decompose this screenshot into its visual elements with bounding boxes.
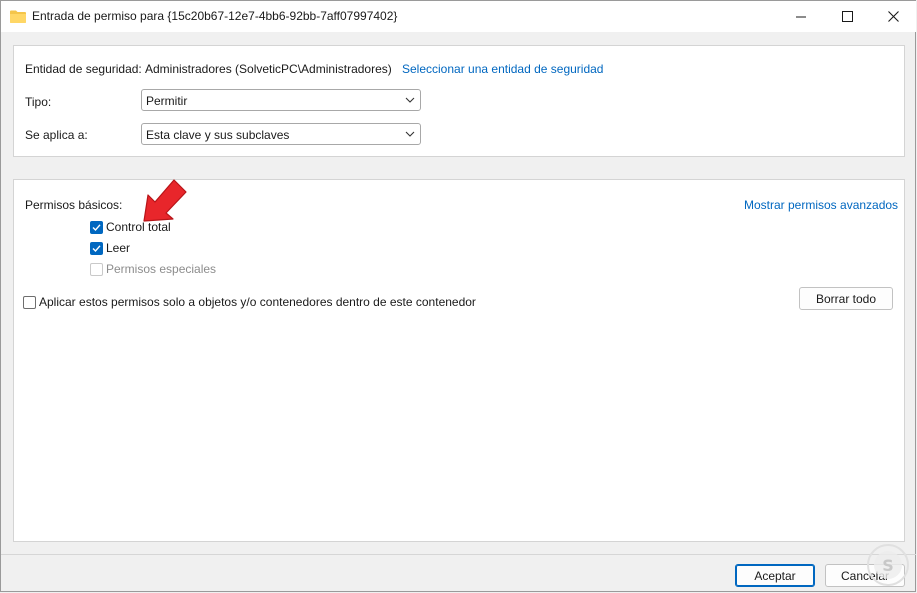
apply-only-label[interactable]: Aplicar estos permisos solo a objetos y/…: [39, 295, 476, 309]
chevron-down-icon: [405, 131, 415, 137]
principal-label: Entidad de seguridad:: [25, 62, 142, 76]
applies-to-select-value: Esta clave y sus subclaves: [146, 128, 290, 142]
read-label[interactable]: Leer: [106, 241, 130, 255]
show-advanced-permissions-link[interactable]: Mostrar permisos avanzados: [744, 198, 898, 212]
applies-to-label: Se aplica a:: [25, 128, 88, 142]
maximize-icon: [841, 11, 853, 22]
minimize-button[interactable]: [778, 1, 824, 32]
watermark-logo-icon: S: [867, 544, 909, 586]
type-select[interactable]: Permitir: [141, 89, 421, 111]
basic-permissions-heading: Permisos básicos:: [25, 198, 123, 212]
principal-value: Administradores (SolveticPC\Administrado…: [145, 62, 392, 76]
principal-panel: Entidad de seguridad: Administradores (S…: [13, 45, 905, 157]
maximize-button[interactable]: [824, 1, 870, 32]
title-bar[interactable]: Entrada de permiso para {15c20b67-12e7-4…: [1, 1, 916, 32]
annotation-arrow-icon: [143, 179, 187, 222]
permissions-panel: Permisos básicos: Mostrar permisos avanz…: [13, 179, 905, 542]
svg-text:S: S: [882, 556, 894, 575]
checkmark-icon: [92, 224, 101, 232]
close-button[interactable]: [870, 1, 916, 32]
clear-all-button[interactable]: Borrar todo: [799, 287, 893, 310]
full-control-checkbox[interactable]: [90, 221, 103, 234]
select-principal-link[interactable]: Seleccionar una entidad de seguridad: [402, 62, 603, 76]
apply-only-checkbox[interactable]: [23, 296, 36, 309]
permission-entry-dialog: Entrada de permiso para {15c20b67-12e7-4…: [0, 0, 916, 592]
chevron-down-icon: [405, 97, 415, 103]
type-label: Tipo:: [25, 95, 52, 109]
folder-icon: [10, 10, 26, 23]
checkmark-icon: [92, 245, 101, 253]
window-title: Entrada de permiso para {15c20b67-12e7-4…: [32, 9, 398, 23]
ok-button[interactable]: Aceptar: [735, 564, 815, 587]
special-permissions-label: Permisos especiales: [106, 262, 217, 276]
special-permissions-checkbox: [90, 263, 103, 276]
read-checkbox[interactable]: [90, 242, 103, 255]
footer-separator: [1, 554, 916, 555]
type-select-value: Permitir: [146, 94, 188, 108]
applies-to-select[interactable]: Esta clave y sus subclaves: [141, 123, 421, 145]
minimize-icon: [796, 16, 806, 17]
close-icon: [887, 11, 899, 22]
